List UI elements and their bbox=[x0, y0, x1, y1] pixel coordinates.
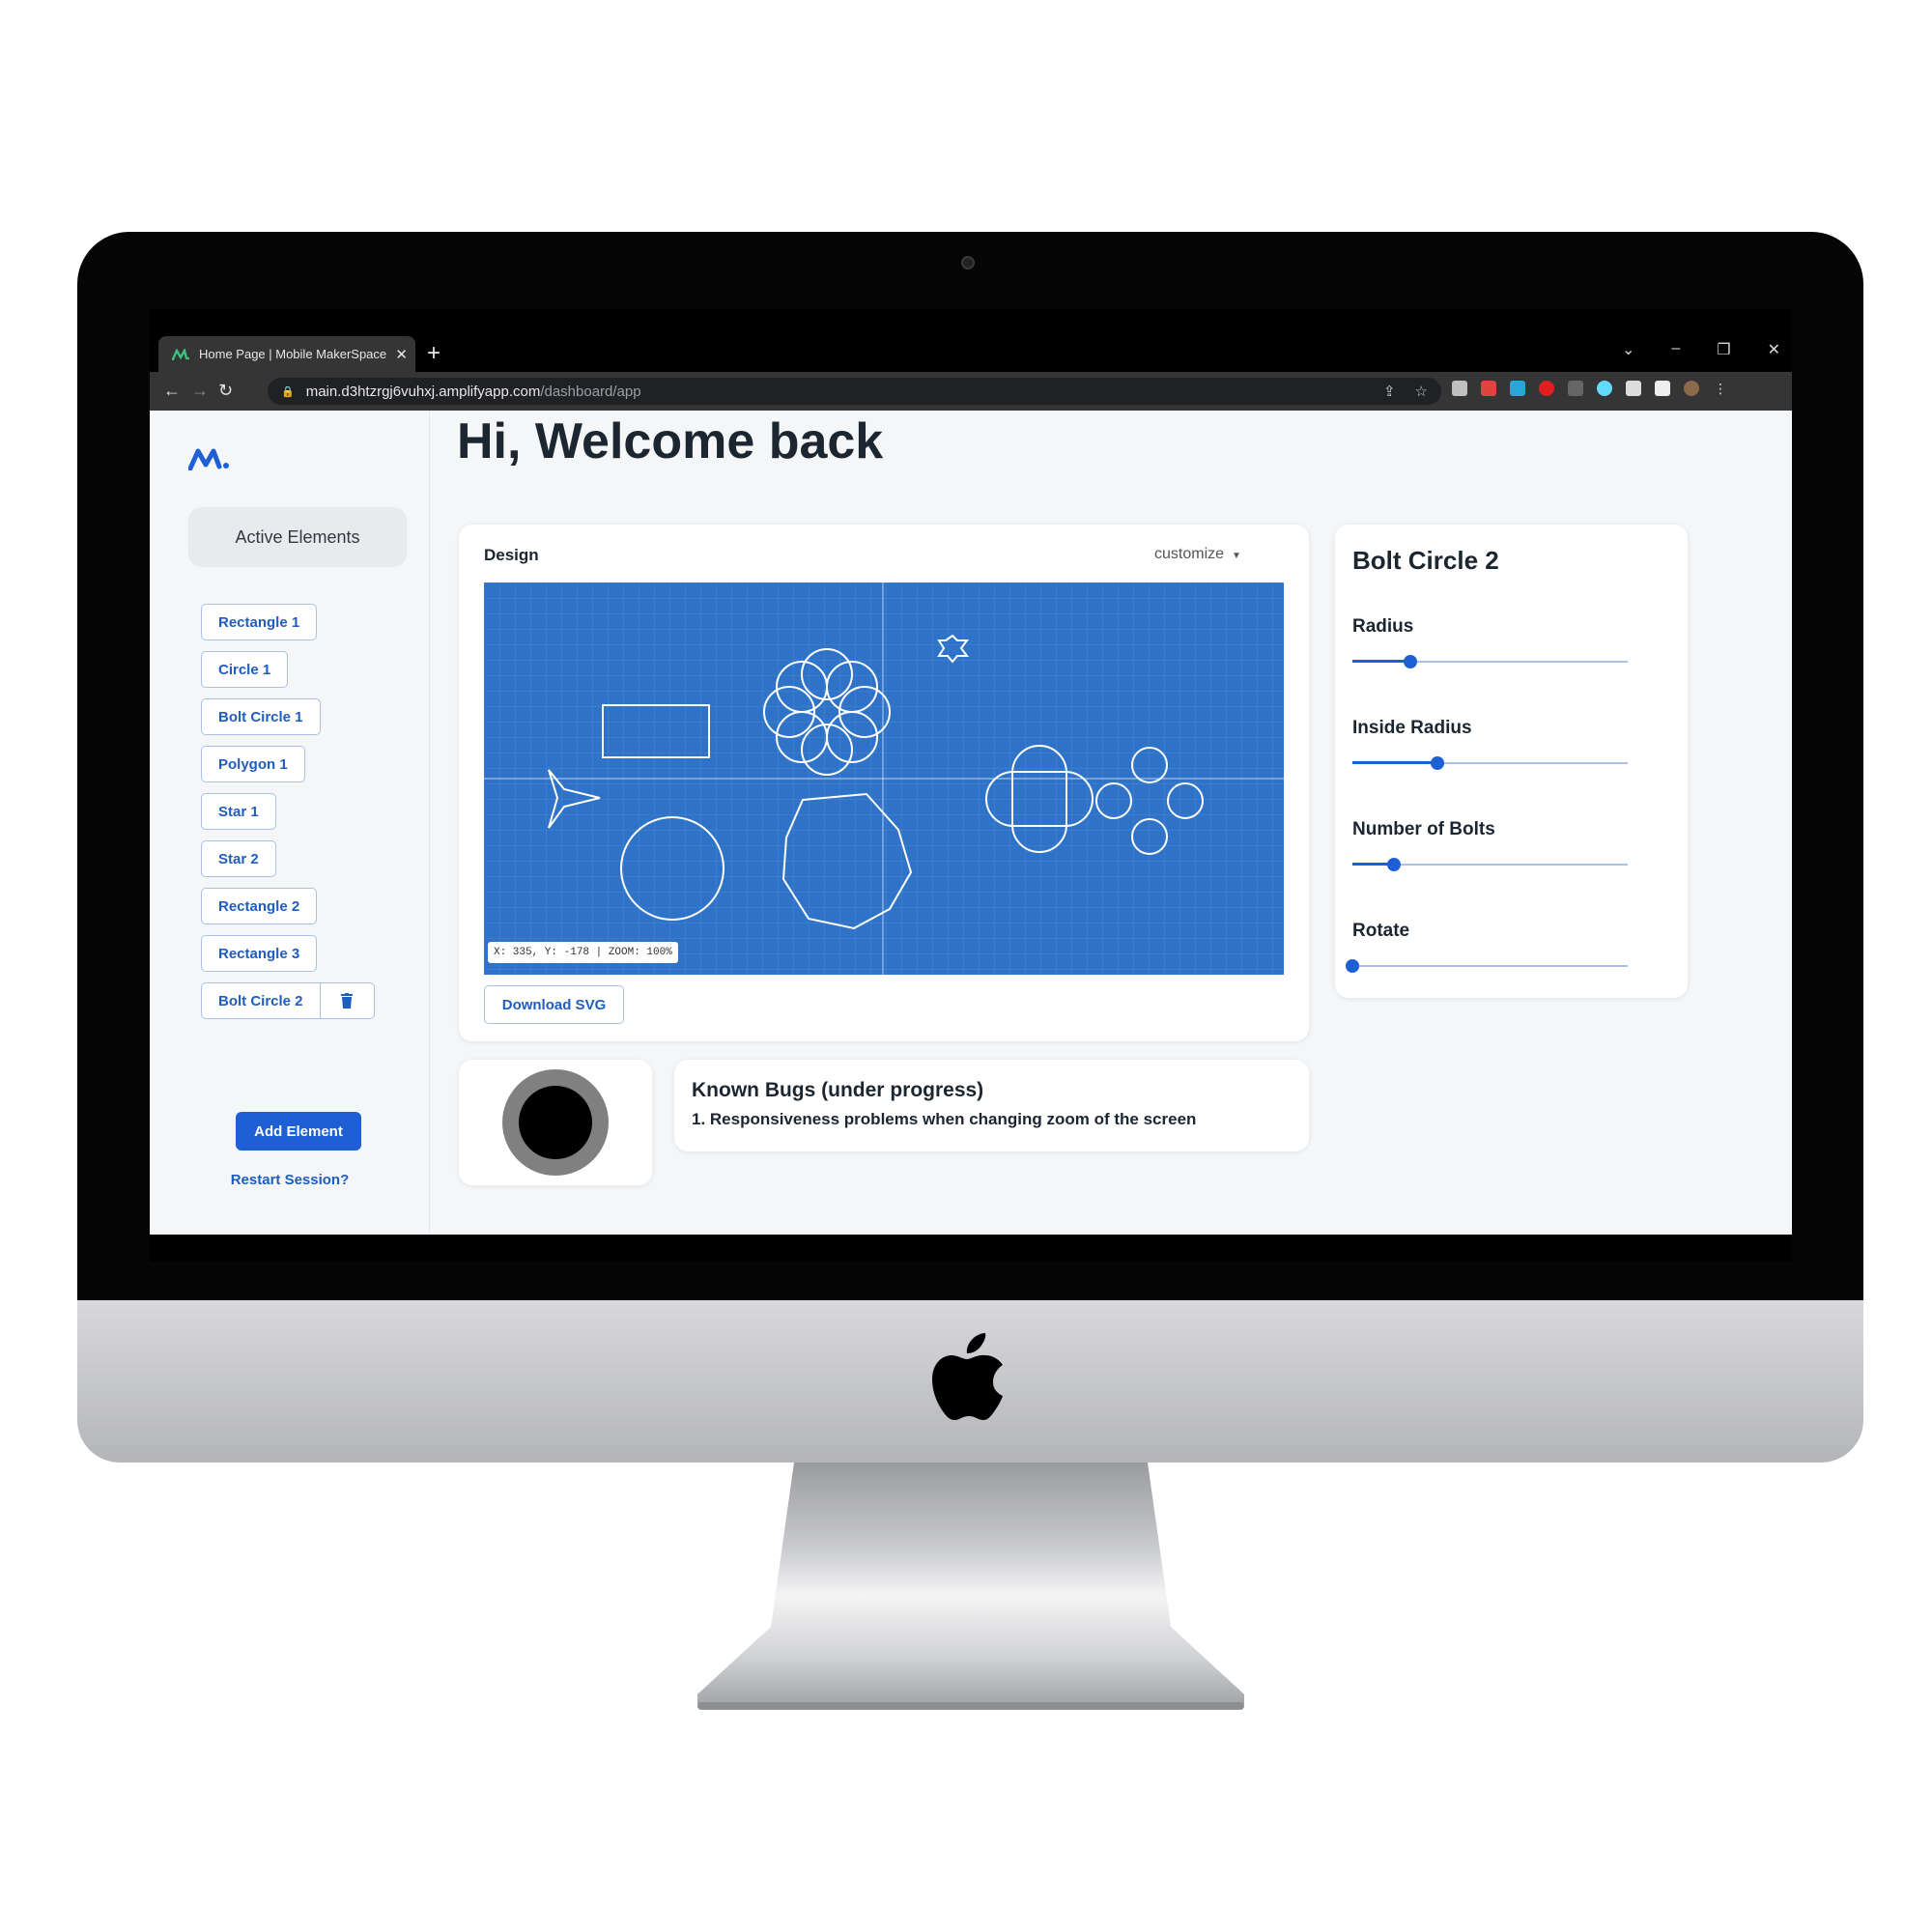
design-title: Design bbox=[484, 546, 539, 564]
extension-blue-icon[interactable] bbox=[1510, 381, 1525, 396]
radius-control: Radius bbox=[1352, 616, 1628, 668]
slider-thumb[interactable] bbox=[1403, 655, 1417, 668]
extension-red-icon[interactable] bbox=[1481, 381, 1496, 396]
element-button[interactable]: Rectangle 3 bbox=[201, 935, 318, 972]
tab-title: Home Page | Mobile MakerSpace bbox=[199, 347, 387, 361]
profile-avatar-icon[interactable] bbox=[1684, 381, 1699, 396]
radius-slider[interactable] bbox=[1352, 655, 1628, 668]
url-path: /dashboard/app bbox=[540, 383, 641, 400]
slider-thumb[interactable] bbox=[1346, 959, 1359, 973]
browser-tab[interactable]: Home Page | Mobile MakerSpace ✕ bbox=[158, 336, 415, 372]
properties-title: Bolt Circle 2 bbox=[1352, 546, 1499, 575]
back-icon[interactable]: ← bbox=[163, 381, 181, 401]
screen-bottom-border bbox=[150, 1235, 1792, 1262]
element-button[interactable]: Star 2 bbox=[201, 840, 276, 877]
known-bugs-card: Known Bugs (under progress) 1. Responsiv… bbox=[674, 1060, 1309, 1151]
forward-icon[interactable]: → bbox=[191, 381, 209, 401]
apple-logo-icon bbox=[932, 1333, 1003, 1420]
slider-thumb[interactable] bbox=[1386, 858, 1401, 871]
element-button[interactable]: Bolt Circle 1 bbox=[201, 698, 321, 735]
browser-toolbar: ← → ↻ 🔒 main.d3htzrgj6vuhxj.amplifyapp.c… bbox=[150, 372, 1792, 411]
tab-close-icon[interactable]: ✕ bbox=[395, 346, 408, 363]
address-bar[interactable]: 🔒 main.d3htzrgj6vuhxj.amplifyapp.com /da… bbox=[268, 378, 1441, 405]
download-svg-button[interactable]: Download SVG bbox=[484, 985, 624, 1024]
element-button[interactable]: Circle 1 bbox=[201, 651, 289, 688]
rotate-control: Rotate bbox=[1346, 921, 1628, 973]
active-elements-header: Active Elements bbox=[188, 507, 407, 567]
url-host: main.d3htzrgj6vuhxj.amplifyapp.com bbox=[305, 383, 541, 400]
lock-icon: 🔒 bbox=[281, 385, 295, 398]
window-controls: ⌄ – ❐ ✕ bbox=[1622, 340, 1780, 359]
coordinate-readout: X: 335, Y: -178 | ZOOM: 100% bbox=[488, 942, 678, 963]
monitor-stand bbox=[697, 1463, 1244, 1710]
element-button[interactable]: Star 1 bbox=[201, 793, 276, 830]
canvas-drawing bbox=[484, 582, 1284, 975]
side-panel-icon[interactable] bbox=[1655, 381, 1670, 396]
element-button[interactable]: Polygon 1 bbox=[201, 746, 305, 782]
reload-icon[interactable]: ↻ bbox=[218, 381, 233, 401]
app-root: Active Elements Rectangle 1 Circle 1 Bol… bbox=[150, 411, 1792, 1235]
inside-radius-label: Inside Radius bbox=[1352, 718, 1472, 738]
design-card: Design customize ▼ X: 335, Y: -178 | ZOO… bbox=[459, 525, 1309, 1041]
number-of-bolts-slider[interactable] bbox=[1352, 858, 1628, 871]
number-of-bolts-label: Number of Bolts bbox=[1352, 819, 1495, 839]
restore-icon[interactable]: ❐ bbox=[1717, 340, 1730, 359]
properties-card: Bolt Circle 2 Radius Inside Radius Numbe… bbox=[1335, 525, 1688, 998]
extensions-bar: ⋮ bbox=[1452, 381, 1728, 396]
puzzle-icon[interactable] bbox=[1626, 381, 1641, 396]
radius-label: Radius bbox=[1352, 616, 1414, 637]
known-bugs-title: Known Bugs (under progress) bbox=[692, 1079, 984, 1101]
caret-down-icon: ▼ bbox=[1232, 551, 1241, 561]
minimize-icon[interactable]: – bbox=[1671, 340, 1680, 359]
page-title: Hi, Welcome back bbox=[457, 413, 884, 469]
browser-tab-strip: Home Page | Mobile MakerSpace ✕ + ⌄ – ❐ … bbox=[150, 309, 1792, 372]
share-icon[interactable]: ⇪ bbox=[1383, 383, 1396, 400]
add-element-button[interactable]: Add Element bbox=[236, 1112, 361, 1151]
restart-session-link[interactable]: Restart Session? bbox=[150, 1172, 430, 1188]
new-tab-icon[interactable]: + bbox=[427, 340, 440, 367]
element-button[interactable]: Rectangle 1 bbox=[201, 604, 318, 640]
preview-card bbox=[459, 1060, 652, 1185]
delete-icon[interactable] bbox=[319, 983, 374, 1018]
makerspace-favicon-icon bbox=[172, 348, 189, 360]
bolt-preview-icon bbox=[502, 1069, 609, 1176]
element-button-selected[interactable]: Bolt Circle 2 bbox=[201, 982, 375, 1019]
extension-adblock-icon[interactable] bbox=[1539, 381, 1554, 396]
tab-search-icon[interactable]: ⌄ bbox=[1622, 340, 1634, 359]
react-devtools-icon[interactable] bbox=[1597, 381, 1612, 396]
inside-radius-slider[interactable] bbox=[1352, 756, 1628, 770]
element-list: Rectangle 1 Circle 1 Bolt Circle 1 Polyg… bbox=[201, 604, 375, 1030]
extension-grid-icon[interactable] bbox=[1568, 381, 1583, 396]
known-bugs-item: 1. Responsiveness problems when changing… bbox=[692, 1110, 1197, 1128]
number-of-bolts-control: Number of Bolts bbox=[1352, 819, 1628, 871]
slider-thumb[interactable] bbox=[1431, 756, 1445, 770]
webcam bbox=[961, 256, 975, 270]
sidebar: Active Elements Rectangle 1 Circle 1 Bol… bbox=[150, 411, 430, 1235]
rotate-label: Rotate bbox=[1352, 921, 1410, 941]
app-logo-icon bbox=[188, 448, 229, 470]
customize-dropdown[interactable]: customize ▼ bbox=[1154, 546, 1241, 563]
kebab-menu-icon[interactable]: ⋮ bbox=[1713, 381, 1728, 396]
screen: Home Page | Mobile MakerSpace ✕ + ⌄ – ❐ … bbox=[150, 309, 1792, 1235]
inside-radius-control: Inside Radius bbox=[1352, 718, 1628, 770]
window-close-icon[interactable]: ✕ bbox=[1768, 340, 1780, 359]
element-button[interactable]: Rectangle 2 bbox=[201, 888, 318, 924]
extension-printer-icon[interactable] bbox=[1452, 381, 1467, 396]
bookmark-star-icon[interactable]: ☆ bbox=[1415, 383, 1428, 400]
design-canvas[interactable]: X: 335, Y: -178 | ZOOM: 100% bbox=[484, 582, 1284, 975]
rotate-slider[interactable] bbox=[1346, 959, 1628, 973]
